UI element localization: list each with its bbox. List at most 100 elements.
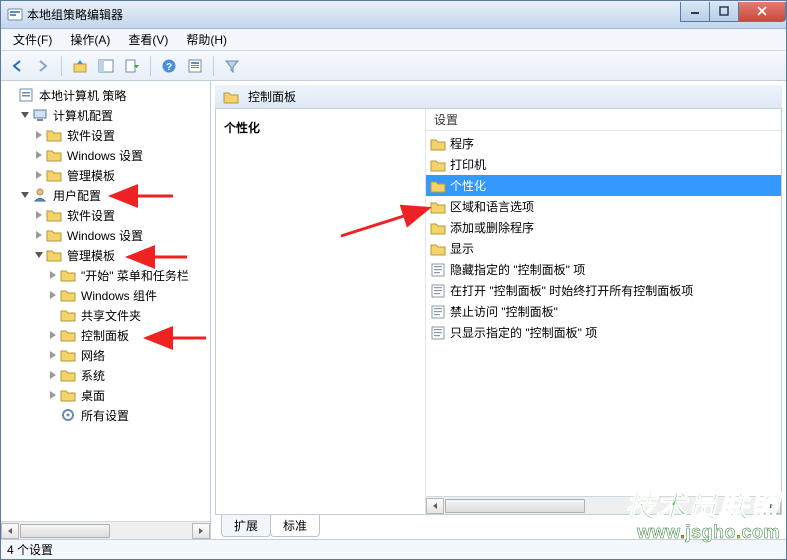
- list-item[interactable]: 添加或删除程序: [426, 217, 781, 238]
- list-item[interactable]: 禁止访问 "控制面板": [426, 301, 781, 322]
- tab-standard[interactable]: 标准: [270, 515, 320, 537]
- expand-icon[interactable]: [33, 149, 45, 161]
- tab-extended[interactable]: 扩展: [221, 515, 271, 537]
- tree-uc-admin[interactable]: 管理模板: [3, 245, 210, 265]
- toolbar: ?: [1, 51, 786, 81]
- folder-icon: [430, 178, 446, 194]
- scroll-track[interactable]: [444, 498, 763, 514]
- tree[interactable]: 本地计算机 策略 计算机配置 软件设置 Windows 设置: [1, 81, 210, 521]
- tree-start-taskbar[interactable]: "开始" 菜单和任务栏: [3, 265, 210, 285]
- tree-control-panel[interactable]: 控制面板: [3, 325, 210, 345]
- minimize-button[interactable]: [680, 2, 710, 22]
- collapse-icon[interactable]: [19, 109, 31, 121]
- list-item[interactable]: 隐藏指定的 "控制面板" 项: [426, 259, 781, 280]
- tree-shared-folders[interactable]: 共享文件夹: [3, 305, 210, 325]
- tree-cc-windows[interactable]: Windows 设置: [3, 145, 210, 165]
- tree-user-config[interactable]: 用户配置: [3, 185, 210, 205]
- list-item-label: 显示: [450, 240, 474, 257]
- menu-help[interactable]: 帮助(H): [178, 29, 235, 50]
- collapse-icon[interactable]: [19, 189, 31, 201]
- maximize-button[interactable]: [709, 2, 739, 22]
- folder-icon: [46, 247, 62, 263]
- detail-panel: 个性化: [216, 109, 426, 514]
- scroll-right-icon[interactable]: [192, 523, 210, 539]
- list-item-label: 程序: [450, 135, 474, 152]
- list-item[interactable]: 显示: [426, 238, 781, 259]
- tree-cc-software[interactable]: 软件设置: [3, 125, 210, 145]
- tree-cc-admin[interactable]: 管理模板: [3, 165, 210, 185]
- tree-uc-windows[interactable]: Windows 设置: [3, 225, 210, 245]
- window-title: 本地组策略编辑器: [27, 6, 681, 23]
- properties-button[interactable]: [183, 54, 207, 78]
- status-text: 4 个设置: [7, 541, 53, 558]
- menu-file[interactable]: 文件(F): [5, 29, 60, 50]
- tree-label: 系统: [79, 366, 107, 385]
- list-hscrollbar[interactable]: [426, 496, 781, 514]
- scroll-left-icon[interactable]: [1, 523, 19, 539]
- scroll-left-icon[interactable]: [426, 498, 444, 514]
- scroll-thumb[interactable]: [445, 499, 585, 513]
- filter-button[interactable]: [220, 54, 244, 78]
- content-pane: 控制面板 个性化 设置 程序打印机个性化区域和语言选项添加或删除程序显示隐藏指定…: [211, 81, 786, 539]
- tree-label: Windows 组件: [79, 286, 159, 305]
- expand-icon[interactable]: [47, 369, 59, 381]
- close-button[interactable]: [738, 2, 786, 22]
- list-item[interactable]: 区域和语言选项: [426, 196, 781, 217]
- menu-view[interactable]: 查看(V): [120, 29, 176, 50]
- settings-list[interactable]: 程序打印机个性化区域和语言选项添加或删除程序显示隐藏指定的 "控制面板" 项在打…: [426, 131, 781, 496]
- tree-uc-software[interactable]: 软件设置: [3, 205, 210, 225]
- forward-button[interactable]: [31, 54, 55, 78]
- expand-icon[interactable]: [47, 329, 59, 341]
- scroll-track[interactable]: [19, 523, 192, 539]
- show-hide-tree-button[interactable]: [94, 54, 118, 78]
- scroll-thumb[interactable]: [20, 524, 110, 538]
- export-list-button[interactable]: [120, 54, 144, 78]
- expand-icon[interactable]: [47, 289, 59, 301]
- tree-network[interactable]: 网络: [3, 345, 210, 365]
- back-button[interactable]: [5, 54, 29, 78]
- statusbar: 4 个设置: [1, 539, 786, 559]
- tree-desktop[interactable]: 桌面: [3, 385, 210, 405]
- list-item[interactable]: 打印机: [426, 154, 781, 175]
- app-icon: [7, 7, 23, 23]
- help-button[interactable]: ?: [157, 54, 181, 78]
- expand-icon[interactable]: [33, 169, 45, 181]
- menu-action[interactable]: 操作(A): [62, 29, 118, 50]
- tree-label: Windows 设置: [65, 226, 145, 245]
- tree-hscrollbar[interactable]: [1, 521, 210, 539]
- list-item[interactable]: 个性化: [426, 175, 781, 196]
- tree-windows-components[interactable]: Windows 组件: [3, 285, 210, 305]
- folder-icon: [430, 157, 446, 173]
- list-column-header[interactable]: 设置: [426, 109, 781, 131]
- expand-icon[interactable]: [47, 349, 59, 361]
- column-label: 设置: [434, 111, 458, 128]
- expand-icon[interactable]: [5, 89, 17, 101]
- list-item-label: 只显示指定的 "控制面板" 项: [450, 324, 597, 341]
- list-item[interactable]: 只显示指定的 "控制面板" 项: [426, 322, 781, 343]
- list-item[interactable]: 程序: [426, 133, 781, 154]
- folder-icon: [60, 387, 76, 403]
- collapse-icon[interactable]: [33, 249, 45, 261]
- tree-label: 共享文件夹: [79, 306, 143, 325]
- list-item[interactable]: 在打开 "控制面板" 时始终打开所有控制面板项: [426, 280, 781, 301]
- folder-icon: [46, 127, 62, 143]
- tree-label: 网络: [79, 346, 107, 365]
- tree-computer-config[interactable]: 计算机配置: [3, 105, 210, 125]
- tree-label: 用户配置: [51, 186, 103, 205]
- folder-icon: [430, 241, 446, 257]
- tree-root[interactable]: 本地计算机 策略: [3, 85, 210, 105]
- titlebar: 本地组策略编辑器: [1, 1, 786, 29]
- setting-icon: [430, 262, 446, 278]
- tree-system[interactable]: 系统: [3, 365, 210, 385]
- expand-icon[interactable]: [47, 389, 59, 401]
- expand-icon[interactable]: [33, 229, 45, 241]
- up-button[interactable]: [68, 54, 92, 78]
- expand-icon[interactable]: [33, 129, 45, 141]
- tree-pane: 本地计算机 策略 计算机配置 软件设置 Windows 设置: [1, 81, 211, 539]
- setting-icon: [430, 304, 446, 320]
- expand-icon[interactable]: [33, 209, 45, 221]
- folder-icon: [60, 347, 76, 363]
- expand-icon[interactable]: [47, 269, 59, 281]
- scroll-right-icon[interactable]: [763, 498, 781, 514]
- tree-all-settings[interactable]: 所有设置: [3, 405, 210, 425]
